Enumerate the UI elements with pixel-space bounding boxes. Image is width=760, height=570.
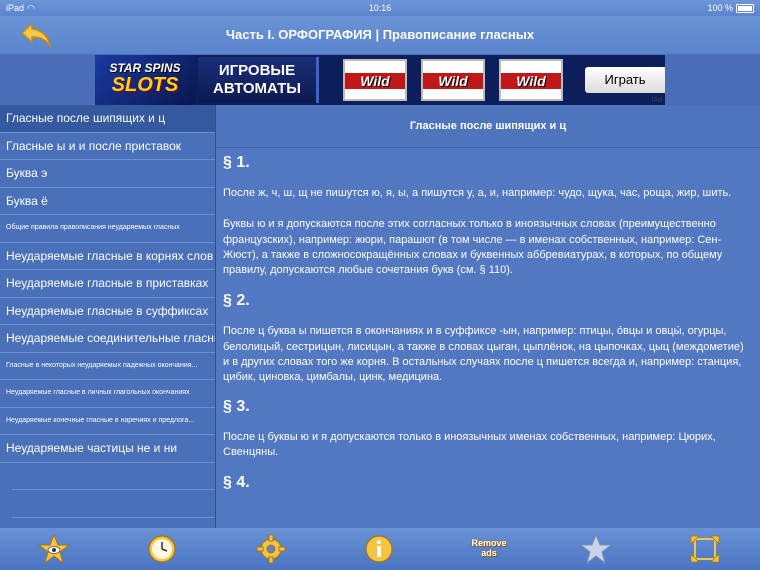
section-title: § 2. xyxy=(223,292,250,310)
tab-settings[interactable] xyxy=(255,534,287,564)
ad-logo: STAR SPINS SLOTS xyxy=(95,55,195,105)
sidebar: Гласные после шипящих и ц Гласные ы и и … xyxy=(0,105,216,545)
ad-play-button[interactable]: Играть xyxy=(585,67,665,93)
sidebar-item[interactable]: Неударяемые гласные в суффиксах xyxy=(0,298,215,325)
star-icon xyxy=(579,533,613,565)
ad-reel: Wild xyxy=(421,59,485,101)
sidebar-item[interactable]: Буква ё xyxy=(0,188,215,215)
tab-info[interactable] xyxy=(363,534,395,564)
content-pane[interactable]: Гласные после шипящих и ц § 1. После ж, … xyxy=(216,105,760,528)
sidebar-item[interactable]: Неударяемые частицы не и ни xyxy=(0,435,215,463)
paragraph: После ж, ч, ш, щ не пишутся ю, я, ы, а п… xyxy=(223,187,732,199)
battery-icon xyxy=(736,4,754,14)
sidebar-item[interactable]: Неударяемые гласные в личных глагольных … xyxy=(0,380,215,408)
article-body: § 1. После ж, ч, ш, щ не пишутся ю, я, ы… xyxy=(216,154,760,492)
sidebar-item[interactable]: Буква э xyxy=(0,160,215,188)
sidebar-item[interactable]: Гласные после шипящих и ц xyxy=(0,105,215,133)
ad-banner[interactable]: STAR SPINS SLOTS ИГРОВЫЕ АВТОМАТЫ Wild W… xyxy=(95,55,665,105)
sidebar-item[interactable]: Гласные ы и и после приставок xyxy=(0,133,215,160)
paragraph: После ц буква ы пишется в окончаниях и в… xyxy=(223,325,744,384)
tab-history[interactable] xyxy=(146,534,178,564)
sidebar-item[interactable]: Неударяемые гласные в приставках xyxy=(0,270,215,298)
star-eye-icon xyxy=(37,533,71,565)
gear-icon xyxy=(256,534,286,564)
section-title: § 1. xyxy=(223,154,250,171)
paragraph: После ц буквы ю и я допускаются только в… xyxy=(223,430,716,458)
tab-bookmarks[interactable] xyxy=(37,533,71,565)
sidebar-empty-row xyxy=(12,490,215,518)
info-icon xyxy=(365,535,393,563)
sidebar-item[interactable]: Гласные в некоторых неударяемых падежных… xyxy=(0,353,215,380)
sidebar-item[interactable]: Неударяемые соединительные гласные xyxy=(0,325,215,353)
sidebar-item[interactable]: Общие правила правописания неударяемых г… xyxy=(0,215,215,243)
iad-badge: iAd xyxy=(651,97,662,104)
tab-fullscreen[interactable] xyxy=(689,534,721,564)
nav-bar: Часть I. ОРФОГРАФИЯ | Правописание гласн… xyxy=(0,16,760,54)
content-header: Гласные после шипящих и ц xyxy=(216,105,760,148)
sidebar-item[interactable]: Неударяемые конечные гласные в наречиях … xyxy=(0,408,215,435)
page-title: Часть I. ОРФОГРАФИЯ | Правописание гласн… xyxy=(225,27,535,42)
status-bar: iPad ◠ 10:16 100 % xyxy=(0,0,760,16)
sidebar-item[interactable]: Неударяемые гласные в корнях слов xyxy=(0,243,215,270)
status-battery: 100 % xyxy=(707,0,754,16)
remove-ads-button[interactable]: Remove ads xyxy=(468,538,510,558)
status-time: 10:16 xyxy=(368,3,392,13)
section-title: § 3. xyxy=(223,397,250,415)
section-title: § 4. xyxy=(223,474,250,492)
tab-favorites[interactable] xyxy=(579,533,613,565)
tab-bar: Remove ads xyxy=(0,528,760,570)
ad-headline: ИГРОВЫЕ АВТОМАТЫ xyxy=(198,57,319,103)
fullscreen-icon xyxy=(690,535,720,563)
sidebar-empty-row xyxy=(12,463,215,490)
clock-icon xyxy=(148,535,176,563)
paragraph: Буквы ю и я допускаются после этих согла… xyxy=(223,218,723,277)
ad-reel: Wild xyxy=(499,59,563,101)
ad-reel: Wild xyxy=(343,59,407,101)
